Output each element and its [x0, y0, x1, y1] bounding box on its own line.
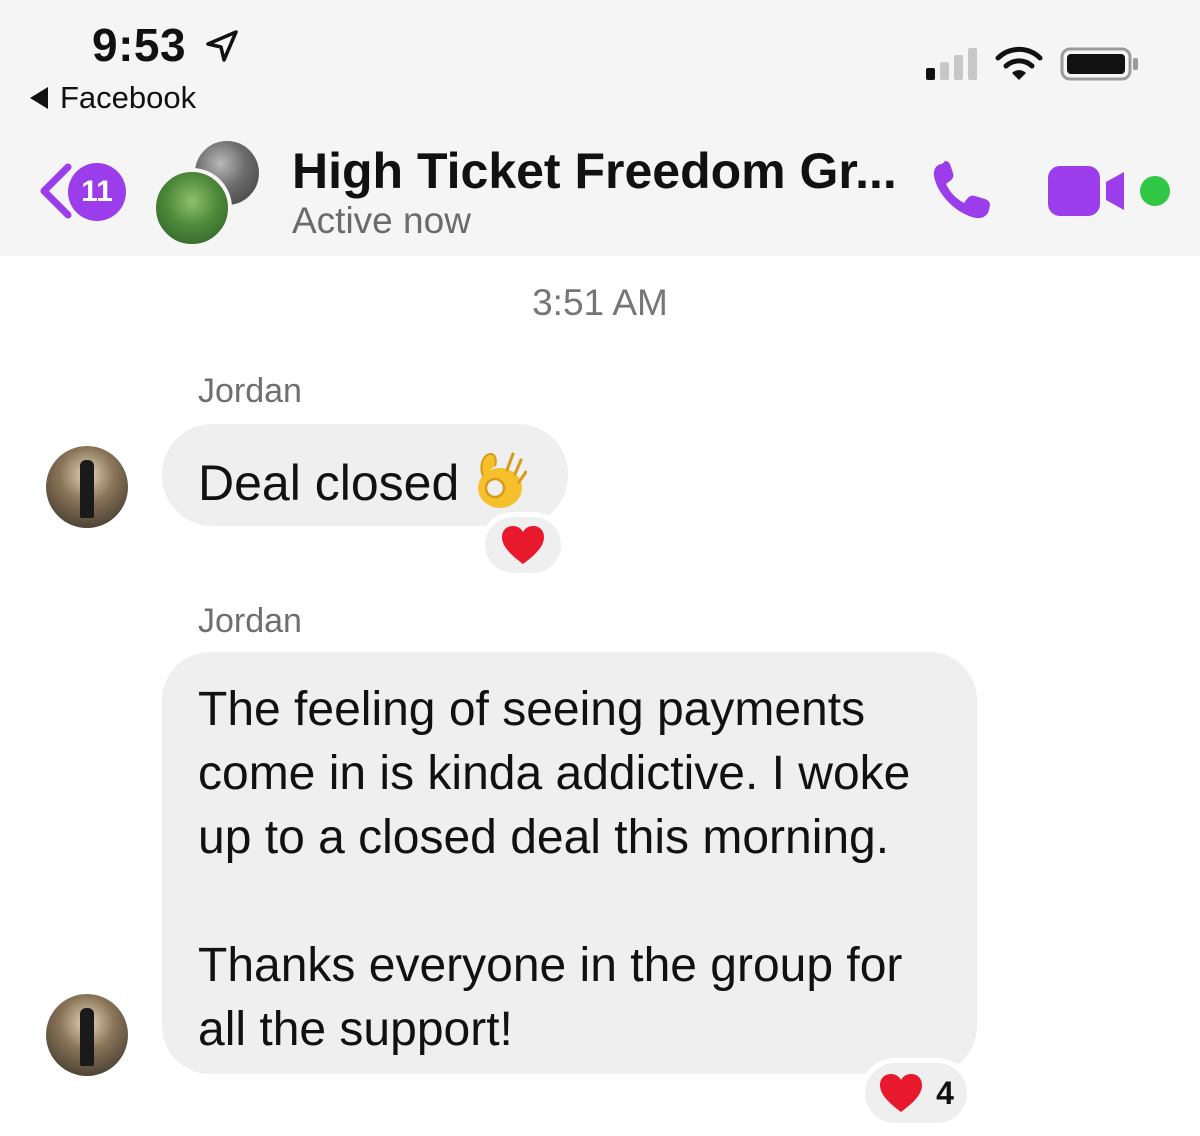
message-timestamp: 3:51 AM — [532, 282, 668, 323]
ok-hand-icon — [478, 452, 528, 508]
back-app-label: Facebook — [60, 80, 197, 115]
message-reaction[interactable]: 4 — [860, 1058, 972, 1128]
message-sender-name: Jordan — [198, 372, 302, 410]
signal-bars-icon — [926, 48, 977, 80]
message-text: Deal closed — [198, 455, 460, 511]
message-bubble[interactable]: The feeling of seeing payments come in i… — [162, 652, 977, 1074]
message-paragraph: Thanks everyone in the group for all the… — [198, 939, 903, 1056]
sender-avatar[interactable] — [46, 446, 128, 528]
chat-title[interactable]: High Ticket Freedom Gr... — [292, 142, 897, 200]
sender-avatar[interactable] — [46, 994, 128, 1076]
status-time: 9:53 — [92, 19, 187, 71]
phone-icon[interactable] — [928, 158, 998, 224]
active-status-dot — [1140, 176, 1170, 206]
message-paragraph: The feeling of seeing payments come in i… — [198, 683, 911, 864]
heart-icon — [880, 1074, 923, 1112]
group-avatar-primary[interactable] — [152, 168, 232, 248]
back-button[interactable]: 11 — [36, 156, 136, 226]
unread-count-badge: 11 — [68, 163, 126, 221]
location-arrow-icon — [206, 30, 238, 62]
chat-status: Active now — [292, 200, 471, 241]
message-bubble[interactable]: Deal closed — [162, 424, 568, 526]
heart-icon — [502, 526, 544, 564]
back-to-app-link[interactable]: Facebook — [30, 80, 196, 116]
message-sender-name: Jordan — [198, 602, 302, 640]
video-camera-icon[interactable] — [1046, 164, 1130, 218]
battery-icon — [1060, 47, 1138, 81]
message-reaction[interactable] — [480, 512, 566, 578]
reaction-count: 4 — [936, 1074, 954, 1111]
back-triangle-icon — [30, 87, 48, 109]
wifi-icon — [995, 46, 1043, 80]
